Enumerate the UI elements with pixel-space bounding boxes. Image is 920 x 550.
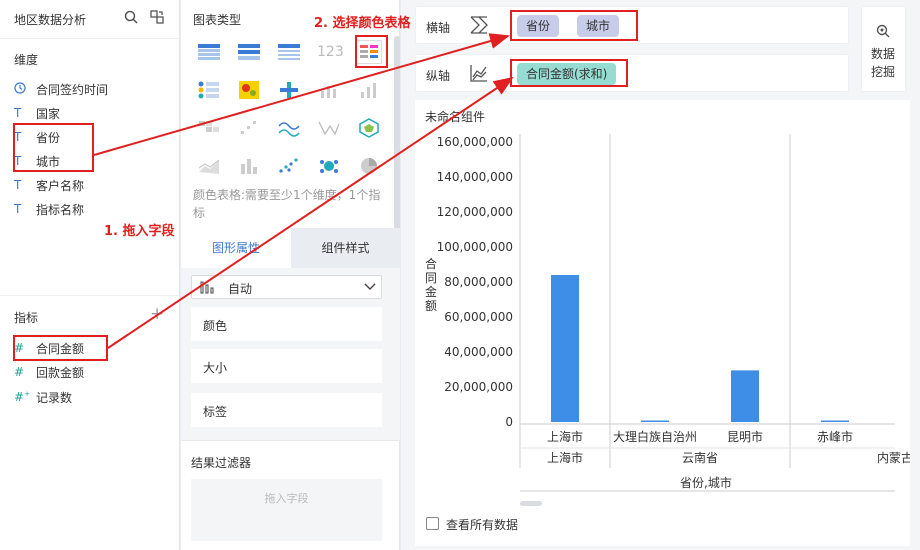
y-axis-title: 合同金额 bbox=[425, 257, 438, 313]
highlight-y-axis bbox=[510, 59, 628, 87]
field-customer-name[interactable]: T 客户名称 bbox=[14, 174, 84, 196]
data-mining-label-2: 挖掘 bbox=[871, 65, 896, 79]
bar-subtype-icon bbox=[200, 280, 216, 297]
number-type-icon: #+ bbox=[14, 390, 30, 404]
chart-config-panel: 图表类型 123 颜色表格:需要至少1个维度，1个指标 图形属性 组件样式 自动… bbox=[181, 0, 400, 550]
divider bbox=[0, 295, 180, 296]
cross-table-icon[interactable] bbox=[197, 42, 221, 62]
x-tick-city: 上海市 bbox=[547, 429, 583, 444]
radar-chart-icon[interactable] bbox=[357, 118, 381, 138]
step2-annotation: 2. 选择颜色表格 bbox=[314, 16, 411, 31]
x-tick-province: 云南省 bbox=[682, 450, 718, 465]
pie-chart-icon[interactable] bbox=[357, 156, 381, 176]
y-tick-label: 60,000,000 bbox=[444, 310, 513, 324]
x-tick-city: 大理白族自治州 bbox=[613, 429, 697, 444]
bar-chart-icon[interactable] bbox=[357, 80, 381, 100]
measure-header: 指标 bbox=[14, 311, 39, 325]
stacked-bar-icon[interactable] bbox=[237, 156, 261, 176]
result-filter-title: 结果过滤器 bbox=[191, 456, 252, 470]
y-axis-label: 纵轴 bbox=[426, 69, 451, 83]
kpi-number-icon[interactable]: 123 bbox=[317, 42, 344, 62]
bar-chart: 160,000,000 140,000,000 120,000,000 100,000… bbox=[415, 128, 910, 523]
number-type-icon: # bbox=[14, 365, 25, 379]
y-tick-label: 100,000,000 bbox=[437, 240, 513, 254]
x-axis-title: 省份,城市 bbox=[680, 476, 732, 490]
horizontal-scrollbar[interactable] bbox=[520, 501, 542, 506]
tab-graph-attributes[interactable]: 图形属性 bbox=[181, 228, 291, 268]
x-tick-province: 内蒙古 bbox=[877, 450, 910, 465]
label-attribute[interactable]: 标签 bbox=[191, 393, 382, 427]
magnifier-icon bbox=[876, 24, 890, 41]
detail-table-icon[interactable] bbox=[277, 42, 301, 62]
x-tick-province: 上海市 bbox=[547, 450, 583, 465]
text-type-icon: T bbox=[14, 178, 22, 192]
switch-dataset-icon[interactable] bbox=[150, 10, 164, 24]
chart-type-hint: 颜色表格:需要至少1个维度，1个指标 bbox=[193, 188, 381, 220]
area-chart-icon[interactable] bbox=[197, 156, 221, 176]
polyline-icon[interactable] bbox=[317, 118, 341, 138]
divider bbox=[181, 440, 400, 441]
group-table-icon[interactable] bbox=[237, 42, 261, 62]
y-tick-label: 80,000,000 bbox=[444, 275, 513, 289]
scatter-plot-icon[interactable] bbox=[277, 156, 301, 176]
y-tick-label: 160,000,000 bbox=[437, 135, 513, 149]
y-tick-label: 40,000,000 bbox=[444, 345, 513, 359]
dimension-header: 维度 bbox=[14, 53, 39, 67]
bar bbox=[641, 420, 669, 422]
field-indicator-name[interactable]: T 指标名称 bbox=[14, 198, 84, 220]
color-attribute[interactable]: 颜色 bbox=[191, 307, 382, 341]
highlight-color-table bbox=[355, 35, 388, 68]
chart-subtype-select[interactable]: 自动 bbox=[191, 275, 382, 299]
filter-drop-zone[interactable]: 拖入字段 bbox=[191, 479, 382, 541]
data-mining-label-1: 数据 bbox=[871, 47, 896, 61]
y-tick-label: 0 bbox=[505, 415, 513, 429]
text-type-icon: T bbox=[14, 202, 22, 216]
clock-icon bbox=[14, 81, 30, 97]
dot-chart-icon[interactable] bbox=[237, 118, 261, 138]
legend-chart-icon[interactable] bbox=[197, 80, 221, 100]
dataset-title: 地区数据分析 bbox=[14, 13, 87, 27]
chart-canvas: 160,000,000 140,000,000 120,000,000 100,000… bbox=[437, 134, 910, 492]
x-axis-label: 横轴 bbox=[426, 21, 451, 35]
text-type-icon: T bbox=[14, 106, 22, 120]
field-panel: 地区数据分析 维度 合同签约时间 T 国家 T 省份 T 城市 T 客户名称 T 指标名称… bbox=[0, 0, 180, 550]
scatter-cross-icon[interactable] bbox=[277, 80, 301, 100]
field-record-count[interactable]: #+ 记录数 bbox=[14, 386, 72, 408]
line-chart-icon[interactable] bbox=[277, 118, 301, 138]
bar bbox=[821, 420, 849, 422]
show-all-data-checkbox[interactable] bbox=[426, 517, 439, 530]
field-contract-date[interactable]: 合同签约时间 bbox=[14, 78, 108, 100]
bar bbox=[731, 370, 759, 422]
chevron-down-icon bbox=[364, 279, 376, 296]
matrix-icon[interactable] bbox=[197, 118, 221, 138]
y-tick-label: 20,000,000 bbox=[444, 380, 513, 394]
bar bbox=[551, 275, 579, 422]
highlight-dimensions bbox=[13, 123, 94, 172]
heatmap-icon[interactable] bbox=[237, 80, 261, 100]
field-payment-amount[interactable]: # 回款金额 bbox=[14, 361, 84, 383]
x-tick-city: 赤峰市 bbox=[817, 429, 853, 444]
bubble-chart-icon[interactable] bbox=[317, 156, 341, 176]
step1-annotation: 1. 拖入字段 bbox=[104, 224, 175, 239]
x-tick-city: 昆明市 bbox=[727, 429, 763, 444]
add-measure-icon[interactable]: + bbox=[150, 304, 164, 324]
highlight-x-axis bbox=[510, 10, 638, 41]
tab-component-style[interactable]: 组件样式 bbox=[291, 228, 400, 268]
x-axis-icon bbox=[469, 15, 489, 38]
search-icon[interactable] bbox=[124, 10, 138, 24]
y-axis-icon bbox=[469, 63, 489, 86]
y-tick-label: 120,000,000 bbox=[437, 205, 513, 219]
widget-title: 未命名组件 bbox=[425, 110, 486, 124]
chart-type-title: 图表类型 bbox=[193, 13, 242, 27]
y-tick-label: 140,000,000 bbox=[437, 170, 513, 184]
bar-gray-icon[interactable] bbox=[317, 80, 341, 100]
show-all-data-label: 查看所有数据 bbox=[446, 518, 519, 532]
highlight-measure bbox=[13, 335, 108, 361]
field-country[interactable]: T 国家 bbox=[14, 102, 60, 124]
size-attribute[interactable]: 大小 bbox=[191, 349, 382, 383]
divider bbox=[0, 38, 180, 39]
